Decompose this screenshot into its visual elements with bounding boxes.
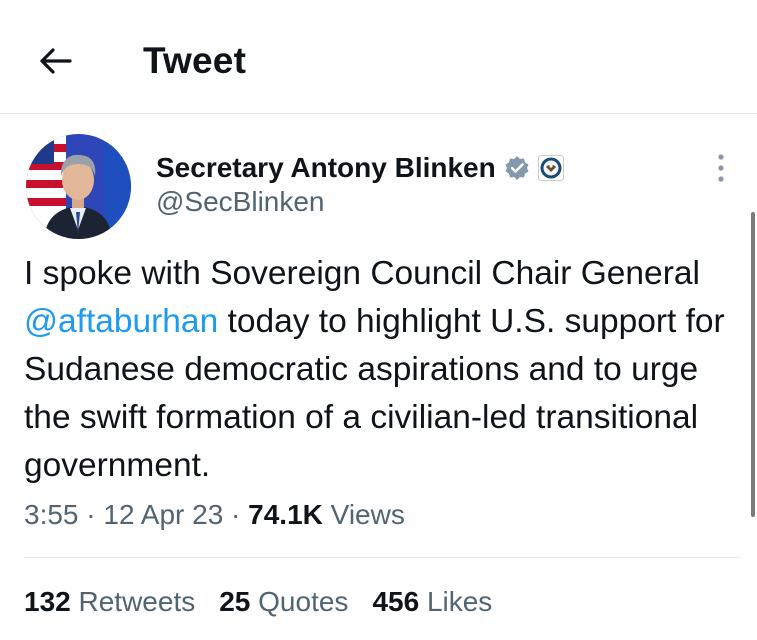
separator-dot: ·	[231, 499, 249, 530]
quotes-stat[interactable]: 25 Quotes	[219, 586, 348, 618]
author-handle[interactable]: @SecBlinken	[156, 186, 325, 218]
author-display-name[interactable]: Secretary Antony Blinken	[156, 152, 496, 184]
divider	[24, 557, 740, 558]
views-count: 74.1K	[248, 499, 323, 530]
state-department-seal-icon	[537, 155, 564, 181]
tweet-time[interactable]: 3:55	[24, 499, 79, 530]
separator-dot: ·	[86, 499, 104, 530]
scrollbar[interactable]	[751, 212, 755, 517]
likes-count: 456	[372, 586, 420, 617]
retweets-count: 132	[24, 586, 71, 617]
retweets-stat[interactable]: 132 Retweets	[24, 586, 195, 618]
back-button[interactable]	[30, 38, 80, 84]
views-label: Views	[330, 499, 405, 530]
verified-badge-icon	[505, 156, 529, 180]
more-options-button[interactable]	[706, 148, 736, 188]
quotes-label: Quotes	[258, 586, 349, 617]
likes-stat[interactable]: 456 Likes	[372, 586, 492, 618]
tweet-date[interactable]: 12 Apr 23	[103, 499, 223, 530]
tweet-text: I spoke with Sovereign Council Chair Gen…	[24, 250, 742, 490]
author-name-row: Secretary Antony Blinken	[156, 150, 564, 186]
engagement-stats: 132 Retweets 25 Quotes 456 Likes	[24, 586, 492, 618]
avatar-image	[26, 134, 131, 239]
top-bar: Tweet	[0, 0, 757, 114]
tweet-meta: 3:55 · 12 Apr 23 · 74.1K Views	[24, 499, 405, 531]
likes-label: Likes	[426, 586, 493, 617]
more-vertical-icon	[718, 154, 724, 182]
avatar[interactable]	[26, 134, 131, 239]
retweets-label: Retweets	[78, 586, 196, 617]
tweet-text-part1: I spoke with Sovereign Council Chair Gen…	[24, 255, 700, 292]
arrow-left-icon	[40, 48, 72, 74]
quotes-count: 25	[219, 586, 251, 617]
mention-link[interactable]: @aftaburhan	[24, 303, 218, 340]
page-title: Tweet	[143, 40, 247, 81]
